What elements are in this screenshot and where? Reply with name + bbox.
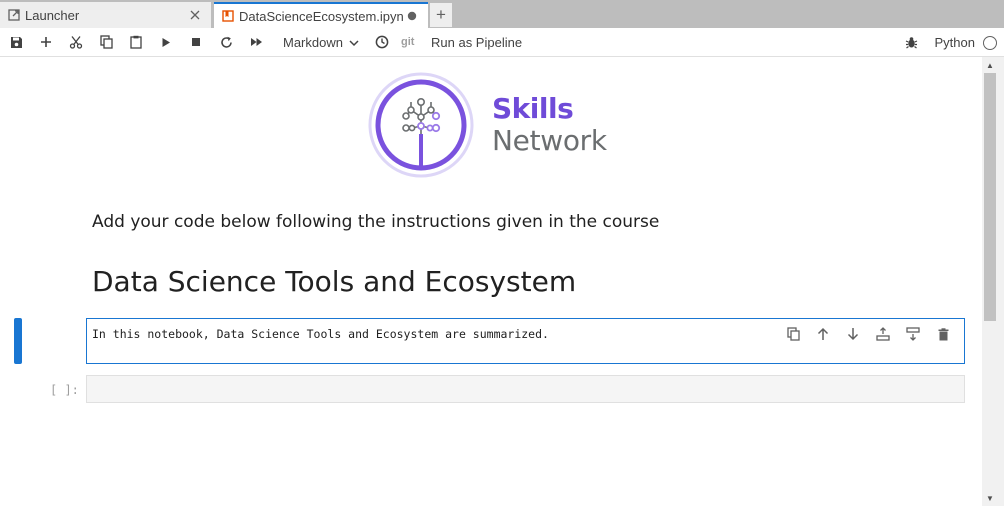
- cell-type-label: Markdown: [283, 34, 343, 50]
- tab-launcher-label: Launcher: [25, 7, 80, 23]
- delete-cell-icon[interactable]: [928, 324, 958, 344]
- debugger-icon[interactable]: [897, 31, 927, 55]
- cell-source-text[interactable]: In this notebook, Data Science Tools and…: [92, 327, 549, 341]
- insert-above-icon[interactable]: [868, 324, 898, 344]
- stop-icon[interactable]: [181, 30, 211, 54]
- cut-icon[interactable]: [61, 30, 91, 54]
- tab-bar: Launcher DataScienceEcosystem.ipyn +: [0, 0, 1004, 28]
- logo-skills-text: Skills: [492, 92, 574, 125]
- tab-launcher[interactable]: Launcher: [0, 2, 212, 28]
- save-icon[interactable]: [1, 30, 31, 54]
- chevron-down-icon: [349, 35, 359, 50]
- add-cell-icon[interactable]: [31, 30, 61, 54]
- code-cell-editor[interactable]: [86, 375, 965, 403]
- logo-wordmark: Skills Network: [492, 93, 607, 157]
- insert-below-icon[interactable]: [898, 324, 928, 344]
- cell-toolbar: [778, 324, 958, 344]
- tab-notebook-label: DataScienceEcosystem.ipyn: [239, 8, 404, 24]
- scroll-down-icon[interactable]: ▼: [984, 493, 996, 503]
- unsaved-dot-icon[interactable]: [404, 8, 420, 24]
- paste-icon[interactable]: [121, 30, 151, 54]
- move-up-icon[interactable]: [808, 324, 838, 344]
- clock-icon[interactable]: [367, 30, 397, 54]
- scrollbar-thumb[interactable]: [984, 73, 996, 321]
- duplicate-cell-icon[interactable]: [778, 324, 808, 344]
- notebook-icon: [222, 10, 234, 22]
- instruction-text: Add your code below following the instru…: [92, 212, 660, 232]
- skills-network-logo-icon: [368, 72, 474, 178]
- vertical-scrollbar[interactable]: ▲ ▼: [982, 57, 1004, 506]
- markdown-cell-editor[interactable]: In this notebook, Data Science Tools and…: [86, 318, 965, 364]
- run-as-pipeline-button[interactable]: Run as Pipeline: [431, 35, 522, 50]
- kernel-area: Python: [897, 28, 1004, 57]
- kernel-name[interactable]: Python: [935, 35, 975, 50]
- logo-network-text: Network: [492, 124, 607, 157]
- kernel-status-icon: [983, 35, 997, 50]
- launcher-icon: [8, 9, 20, 21]
- tab-notebook[interactable]: DataScienceEcosystem.ipyn: [214, 2, 428, 28]
- fast-forward-icon[interactable]: [241, 30, 271, 54]
- active-cell-marker[interactable]: [14, 318, 22, 364]
- scroll-up-icon[interactable]: ▲: [984, 60, 996, 70]
- restart-icon[interactable]: [211, 30, 241, 54]
- notebook-title-heading: Data Science Tools and Ecosystem: [92, 265, 577, 298]
- add-tab-button[interactable]: +: [430, 3, 452, 27]
- notebook-panel: Skills Network Add your code below follo…: [0, 57, 982, 506]
- execution-prompt: [ ]:: [50, 383, 79, 397]
- move-down-icon[interactable]: [838, 324, 868, 344]
- cell-type-dropdown[interactable]: Markdown: [283, 35, 367, 50]
- copy-icon[interactable]: [91, 30, 121, 54]
- run-icon[interactable]: [151, 30, 181, 54]
- notebook-toolbar: Markdown git Run as Pipeline Python: [0, 28, 1004, 57]
- close-icon[interactable]: [187, 7, 203, 23]
- git-button[interactable]: git: [401, 36, 425, 48]
